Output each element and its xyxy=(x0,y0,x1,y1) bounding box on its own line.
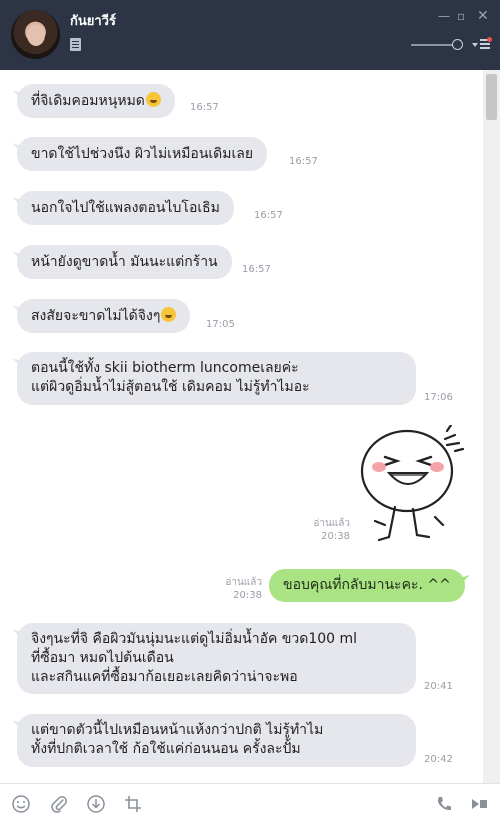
message-time: 20:41 xyxy=(424,681,453,692)
crying-emoji-icon xyxy=(161,307,177,322)
read-receipt: อ่านแล้ว xyxy=(313,518,350,529)
message-bubble[interactable]: ที่จิเดิมคอมหนุหมด xyxy=(17,84,175,118)
message-text: ตอนนี้ใช้ทั้ง skii biotherm luncome​เลยค… xyxy=(31,360,310,395)
message-bubble[interactable]: แต่ขาดตัวนี้ไปเหมือนหน้าแห้งกว่าปกติ ไม่… xyxy=(17,714,416,767)
emoji-icon[interactable] xyxy=(11,794,31,814)
read-receipt: อ่านแล้ว xyxy=(225,577,262,588)
chat-header: กันยาวีร์ — ▫ ✕ xyxy=(0,0,500,70)
note-icon[interactable] xyxy=(70,38,81,51)
message-text: แต่ขาดตัวนี้ไปเหมือนหน้าแห้งกว่าปกติ ไม่… xyxy=(31,722,324,757)
message-time: 20:42 xyxy=(424,754,453,765)
message-text: หน้ายังดูขาดน้ำ มันนะแต่กร้าน xyxy=(31,254,218,270)
attach-icon[interactable] xyxy=(49,794,69,814)
contact-name[interactable]: กันยาวีร์ xyxy=(70,10,116,31)
message-text: นอกใจไปใช้แพลงตอนไบโอเธิม xyxy=(31,200,220,216)
message-text: จิงๆนะที่จิ คือผิวมันนุ่มนะแต่ดูไม่อิ่มน… xyxy=(31,631,358,685)
close-icon[interactable]: ✕ xyxy=(477,9,489,23)
scrollbar-track[interactable] xyxy=(483,70,500,783)
message-text: สงสัยจะขาดไม่ได้จิงๆ xyxy=(31,308,161,324)
download-icon[interactable] xyxy=(86,794,106,814)
menu-icon[interactable] xyxy=(472,37,492,51)
message-bubble[interactable]: นอกใจไปใช้แพลงตอนไบโอเธิม xyxy=(17,191,234,225)
message-time: 17:06 xyxy=(424,392,453,403)
message-time: 16:57 xyxy=(190,102,219,113)
message-time: 17:05 xyxy=(206,319,235,330)
video-icon[interactable] xyxy=(469,794,489,814)
message-time: 20:38 xyxy=(233,590,262,601)
message-bubble[interactable]: ตอนนี้ใช้ทั้ง skii biotherm luncome​เลยค… xyxy=(17,352,416,405)
message-text: ที่จิเดิมคอมหนุหมด xyxy=(31,93,145,109)
message-time: 20:38 xyxy=(321,531,350,542)
message-bubble[interactable]: จิงๆนะที่จิ คือผิวมันนุ่มนะแต่ดูไม่อิ่มน… xyxy=(17,623,416,694)
message-bubble[interactable]: สงสัยจะขาดไม่ได้จิงๆ xyxy=(17,299,191,333)
message-bubble[interactable]: ขาดใช้ไปช่วงนึง ผิวไม่เหมือนเดิมเลย xyxy=(17,137,268,171)
crop-icon[interactable] xyxy=(123,794,143,814)
sticker-image[interactable] xyxy=(355,425,475,550)
message-time: 16:57 xyxy=(254,210,283,221)
message-text: ขาดใช้ไปช่วงนึง ผิวไม่เหมือนเดิมเลย xyxy=(31,146,254,162)
avatar[interactable] xyxy=(11,10,60,59)
volume-slider-knob[interactable] xyxy=(452,39,463,50)
phone-icon[interactable] xyxy=(434,794,454,814)
input-toolbar xyxy=(0,783,500,825)
scrollbar-thumb[interactable] xyxy=(486,74,497,120)
message-text: ขอบคุณที่กลับมานะคะ. ^^ xyxy=(283,577,451,593)
minimize-icon[interactable]: — xyxy=(438,9,450,23)
message-time: 16:57 xyxy=(242,264,271,275)
message-bubble[interactable]: หน้ายังดูขาดน้ำ มันนะแต่กร้าน xyxy=(17,245,232,279)
maximize-icon[interactable]: ▫ xyxy=(457,9,465,23)
message-bubble-outgoing[interactable]: ขอบคุณที่กลับมานะคะ. ^^ xyxy=(269,569,465,602)
laugh-cry-emoji-icon xyxy=(145,92,161,107)
message-time: 16:57 xyxy=(289,156,318,167)
